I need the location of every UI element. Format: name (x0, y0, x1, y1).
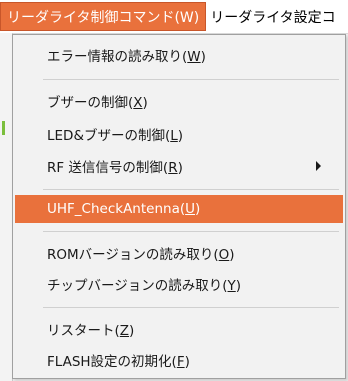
menu-item-label: ブザーの制御(X) (47, 95, 148, 111)
menu-item-label: LED&ブザーの制御(L) (47, 128, 184, 144)
menu-item-read-rom-version[interactable]: ROMバージョンの読み取り(O) (15, 239, 343, 267)
dropdown-menu: エラー情報の読み取り(W) ブザーの制御(X) LED&ブザーの制御(L) RF… (12, 34, 346, 379)
menu-reader-writer-settings-label: リーダライタ設定コ (210, 9, 336, 26)
menu-separator (43, 231, 339, 232)
menu-item-rf-signal-control[interactable]: RF 送信信号の制御(R) (15, 152, 343, 180)
menu-item-flash-init[interactable]: FLASH設定の初期化(F) (15, 346, 343, 374)
menu-reader-writer-control-label: リーダライタ制御コマンド(W) (7, 9, 200, 26)
menu-item-read-chip-version[interactable]: チップバージョンの読み取り(Y) (15, 270, 343, 298)
menu-item-read-error-info[interactable]: エラー情報の読み取り(W) (15, 41, 343, 69)
menu-item-restart[interactable]: リスタート(Z) (15, 315, 343, 343)
menu-reader-writer-control[interactable]: リーダライタ制御コマンド(W) (0, 2, 207, 31)
menu-separator (43, 189, 339, 190)
menu-item-led-buzzer-control[interactable]: LED&ブザーの制御(L) (15, 120, 343, 148)
menu-item-label: リスタート(Z) (47, 323, 135, 339)
menu-separator (43, 79, 339, 80)
background-marker (2, 121, 5, 135)
chevron-right-icon (316, 161, 321, 171)
app-window: リーダライタ制御コマンド(W) リーダライタ設定コ エラー情報の読み取り(W) … (0, 0, 348, 381)
menu-item-label: RF 送信信号の制御(R) (47, 160, 183, 176)
menu-bar: リーダライタ制御コマンド(W) リーダライタ設定コ (0, 0, 348, 34)
menu-item-label: チップバージョンの読み取り(Y) (47, 278, 242, 294)
menu-item-label: ROMバージョンの読み取り(O) (47, 247, 235, 263)
menu-item-label: UHF_CheckAntenna(U) (47, 201, 201, 217)
menu-separator (43, 307, 339, 308)
menu-item-label: FLASH設定の初期化(F) (47, 354, 190, 370)
menu-item-uhf-check-antenna[interactable]: UHF_CheckAntenna(U) (15, 195, 343, 223)
menu-reader-writer-settings[interactable]: リーダライタ設定コ (206, 0, 339, 33)
menu-item-label: エラー情報の読み取り(W) (47, 49, 206, 65)
menu-item-buzzer-control[interactable]: ブザーの制御(X) (15, 87, 343, 115)
